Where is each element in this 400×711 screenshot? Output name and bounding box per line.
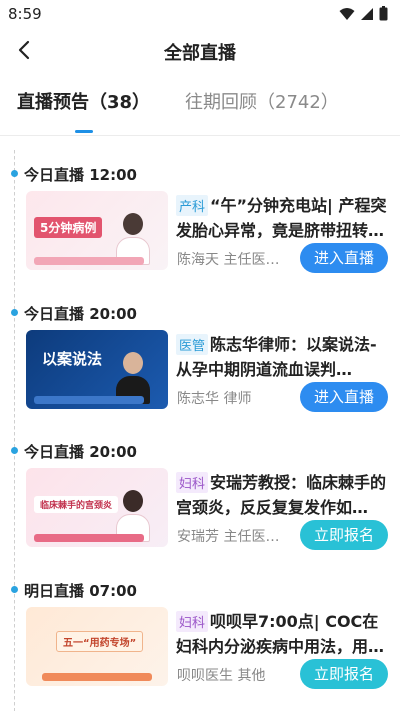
thumbnail-caption (42, 673, 152, 681)
thumbnail-caption (34, 396, 144, 404)
status-icons (339, 6, 388, 21)
live-time-label: 今日直播 20:00 (24, 443, 137, 461)
live-time-label: 今日直播 20:00 (24, 305, 137, 323)
enter-live-button[interactable]: 进入直播 (300, 243, 388, 273)
live-thumbnail[interactable]: 以案说法 (26, 330, 168, 409)
live-item[interactable]: 今日直播 20:00 以案说法 医管 陈志华律师：以案说法-从孕中期阴道流血误判… (0, 303, 400, 433)
status-time: 8:59 (8, 5, 42, 23)
thumbnail-banner: 5分钟病例 (34, 217, 103, 238)
timeline-dot (11, 586, 18, 593)
live-item[interactable]: 今日直播 20:00 临床棘手的宫颈炎 妇科 安瑞芳教授：临床棘手的宫颈炎，反反… (0, 441, 400, 571)
thumbnail-banner: 五一“用药专场” (56, 631, 144, 652)
live-time-label: 明日直播 07:00 (24, 582, 137, 600)
tab-past-replay[interactable]: 往期回顾（2742） (185, 88, 339, 114)
live-title[interactable]: 安瑞芳教授：临床棘手的宫颈炎，反反复复发作如… (176, 470, 390, 520)
host-name: 陈志华 律师 (177, 391, 252, 407)
live-thumbnail[interactable]: 5分钟病例 (26, 191, 168, 270)
live-time-label: 今日直播 12:00 (24, 166, 137, 184)
tab-live-preview[interactable]: 直播预告（38） (17, 88, 150, 114)
live-title[interactable]: 陈志华律师：以案说法-从孕中期阴道流血误判… (176, 332, 390, 382)
host-name: 陈海天 主任医… (177, 252, 280, 268)
timeline-dot (11, 309, 18, 316)
signal-icon (361, 7, 373, 20)
register-button[interactable]: 立即报名 (300, 659, 388, 689)
live-thumbnail[interactable]: 五一“用药专场” (26, 607, 168, 686)
live-item[interactable]: 今日直播 12:00 5分钟病例 产科 “午”分钟充电站| 产程突发胎心异常，竟… (0, 164, 400, 294)
thumbnail-caption (34, 257, 144, 265)
thumbnail-caption (34, 534, 144, 542)
live-item[interactable]: 明日直播 07:00 五一“用药专场” 妇科 呗呗早7:00点| COC在妇科内… (0, 580, 400, 710)
host-name: 呗呗医生 其他 (177, 668, 266, 684)
live-thumbnail[interactable]: 临床棘手的宫颈炎 (26, 468, 168, 547)
host-name: 安瑞芳 主任医… (177, 529, 280, 545)
thumbnail-banner: 临床棘手的宫颈炎 (34, 496, 119, 513)
wifi-icon (339, 7, 355, 20)
register-button[interactable]: 立即报名 (300, 520, 388, 550)
battery-icon (379, 6, 388, 21)
page-title: 全部直播 (164, 43, 236, 64)
thumbnail-banner: 以案说法 (42, 350, 103, 368)
divider (0, 135, 400, 136)
live-title[interactable]: “午”分钟充电站| 产程突发胎心异常，竟是脐带扭转… (176, 193, 390, 243)
tab-indicator (75, 130, 93, 133)
app-bar: 全部直播 (0, 28, 400, 74)
enter-live-button[interactable]: 进入直播 (300, 382, 388, 412)
timeline-dot (11, 170, 18, 177)
tab-bar: 直播预告（38） 往期回顾（2742） (0, 88, 400, 136)
live-title[interactable]: 呗呗早7:00点| COC在妇科内分泌疾病中用法，用… (176, 609, 390, 659)
status-bar: 8:59 (0, 0, 400, 28)
timeline-dot (11, 447, 18, 454)
